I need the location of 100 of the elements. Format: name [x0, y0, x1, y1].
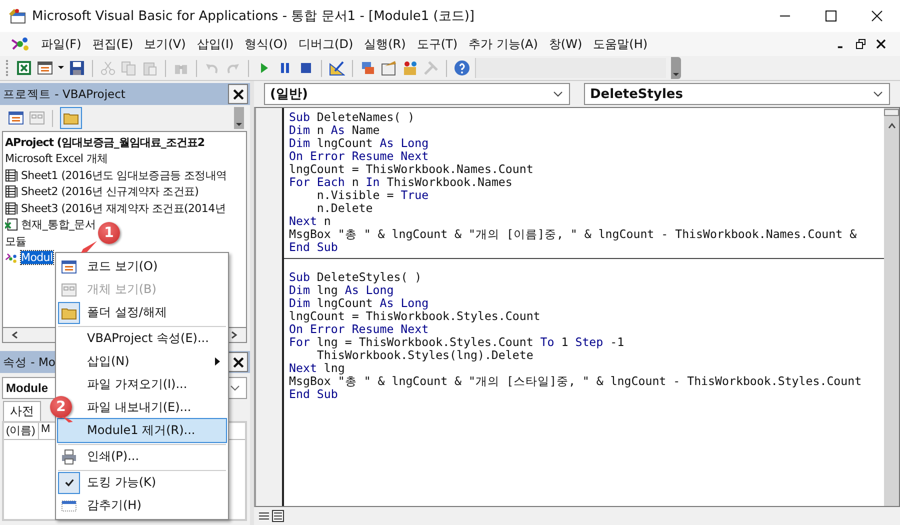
toggle-folders-button[interactable]	[60, 107, 82, 129]
procedure-dropdown[interactable]: DeleteStyles	[584, 83, 890, 105]
window-title: Microsoft Visual Basic for Applications - 통합 문서1 - [Module1 (코드)]	[32, 8, 474, 25]
grid-cell-text: M	[40, 423, 50, 437]
vba-icon	[10, 36, 30, 52]
context-menu-item[interactable]: 삽입(N)	[58, 350, 226, 373]
toolbar-options-button[interactable]	[671, 57, 681, 79]
pane-title: 속성 - Mo	[3, 354, 56, 370]
context-menu-item[interactable]: 도킹 가능(K)	[58, 470, 226, 494]
grid-cell: (이름)	[4, 423, 39, 439]
code-line: For Each n In ThisWorkbook.Names	[289, 176, 514, 189]
code-line: lngCount = ThisWorkbook.Styles.Count	[289, 310, 542, 323]
tree-item[interactable]: 모듈	[5, 234, 26, 249]
workbook-icon	[5, 218, 18, 232]
close-icon[interactable]	[876, 39, 886, 49]
tree-item[interactable]: Sheet2 (2016년 신규계약자 조건표)	[21, 184, 199, 200]
app-icon	[8, 8, 26, 24]
printer-icon	[61, 448, 77, 464]
sheet-icon	[5, 168, 18, 182]
toolbar-field[interactable]	[475, 58, 666, 78]
project-explorer-icon[interactable]	[360, 60, 376, 76]
close-icon[interactable]	[871, 10, 883, 22]
context-menu-item[interactable]: 인쇄(P)...	[58, 444, 226, 468]
caret-icon	[236, 121, 242, 127]
caret-icon	[673, 71, 679, 77]
context-menu-item[interactable]: Module1 제거(R)...	[58, 419, 226, 442]
code-line: Next n	[289, 215, 332, 228]
restore-icon[interactable]	[856, 39, 866, 49]
close-icon	[232, 356, 244, 368]
code-line: On Error Resume Next	[289, 323, 429, 336]
code-line: End Sub	[289, 388, 339, 401]
context-menu-item[interactable]: 파일 가져오기(I)...	[58, 373, 226, 396]
toolbar-options-button[interactable]	[234, 107, 244, 129]
context-menu-item[interactable]: 감추기(H)	[58, 494, 226, 517]
tree-item[interactable]: Microsoft Excel 개체	[5, 151, 108, 166]
code-line: For lng = ThisWorkbook.Styles.Count To 1 Step -1	[289, 336, 626, 349]
code-line: MsgBox "총 " & lngCount & "개의 [이름]중, " & lngCount - ThisWorkbook.Names.Count &	[289, 228, 858, 241]
menu-item[interactable]: 실행(R)	[364, 36, 406, 52]
object-browser-icon[interactable]	[402, 60, 418, 76]
scroll-left-icon[interactable]	[11, 331, 19, 339]
excel-icon[interactable]	[16, 60, 32, 76]
code-editor[interactable]	[284, 108, 884, 506]
scroll-up-icon[interactable]	[888, 122, 896, 130]
tree-item[interactable]: Sheet1 (2016년도 임대보증금등 조정내역	[21, 168, 227, 183]
close-button[interactable]	[228, 84, 248, 104]
module-icon	[5, 252, 18, 264]
code-line: n.Visible = True	[316, 189, 430, 202]
object-dropdown[interactable]: (일반)	[264, 83, 570, 105]
close-button[interactable]	[228, 352, 248, 372]
sheet-icon	[5, 185, 18, 198]
code-line: Next lng	[289, 362, 345, 375]
maximize-icon[interactable]	[825, 10, 837, 22]
scroll-right-icon[interactable]	[230, 331, 238, 339]
checkmark-icon	[64, 477, 74, 488]
code-line: Dim lngCount As Long	[289, 137, 430, 150]
code-line: Dim lngCount As Long	[289, 297, 430, 310]
form-icon[interactable]	[37, 60, 53, 76]
pane-title: 프로젝트 - VBAProject	[3, 86, 126, 102]
menu-item[interactable]: 추가 기능(A)	[468, 36, 538, 52]
menu-item[interactable]: 보기(V)	[144, 36, 186, 52]
splitter-handle[interactable]	[884, 109, 899, 116]
view-code-icon	[61, 258, 77, 274]
callout-arrow	[60, 414, 74, 424]
save-icon[interactable]	[69, 60, 85, 76]
menu-item[interactable]: 도구(T)	[416, 36, 458, 52]
chevron-down-icon	[553, 91, 563, 97]
context-menu-item[interactable]: 폴더 설정/해제	[58, 301, 226, 324]
code-line: On Error Resume Next	[289, 150, 430, 163]
code-line: End Sub	[289, 241, 339, 254]
properties-icon[interactable]	[381, 60, 397, 76]
menu-item[interactable]: 창(W)	[548, 36, 582, 52]
full-module-view-icon[interactable]	[272, 510, 284, 522]
context-menu-item[interactable]: VBAProject 속성(E)...	[58, 326, 226, 350]
code-line: MsgBox "총 " & lngCount & "개의 [스타일]중, " & lngCount - ThisWorkbook.Styles.Count	[289, 375, 863, 388]
caret-icon[interactable]	[58, 66, 64, 70]
code-line: Sub DeleteNames( )	[289, 111, 416, 124]
tree-item[interactable]: 현재_통합_문서	[21, 217, 96, 232]
menu-item[interactable]: 도움말(H)	[593, 36, 648, 52]
stop-icon[interactable]	[298, 60, 314, 76]
menu-item[interactable]: 디버그(D)	[298, 36, 354, 52]
view-code-icon[interactable]	[8, 110, 24, 126]
chevron-down-icon	[873, 91, 883, 97]
menu-item[interactable]: 형식(O)	[244, 36, 288, 52]
close-icon	[232, 88, 244, 100]
menu-item[interactable]: 파일(F)	[41, 36, 82, 52]
code-line: Dim n As Name	[289, 124, 381, 137]
view-object-icon	[61, 282, 77, 298]
tab[interactable]: 사전	[3, 401, 41, 421]
tree-item[interactable]: Sheet3 (2016년 재계약자 조건표(2014년	[21, 200, 226, 216]
code-line: n.Delete	[316, 202, 374, 215]
code-line: Sub DeleteStyles( )	[289, 271, 423, 284]
tree-item[interactable]: AProject (임대보증금_월임대료_조건표2	[5, 134, 205, 150]
chevron-down-icon	[230, 385, 240, 391]
context-menu-item[interactable]: 코드 보기(O)	[58, 255, 226, 278]
menu-item[interactable]: 삽입(I)	[196, 36, 234, 52]
ruler-pencil-icon[interactable]	[329, 60, 345, 76]
procedure-view-icon[interactable]	[258, 510, 270, 522]
menu-item[interactable]: 편집(E)	[92, 36, 134, 52]
help-icon[interactable]	[454, 60, 470, 76]
tree-item[interactable]: Modul	[21, 251, 53, 264]
